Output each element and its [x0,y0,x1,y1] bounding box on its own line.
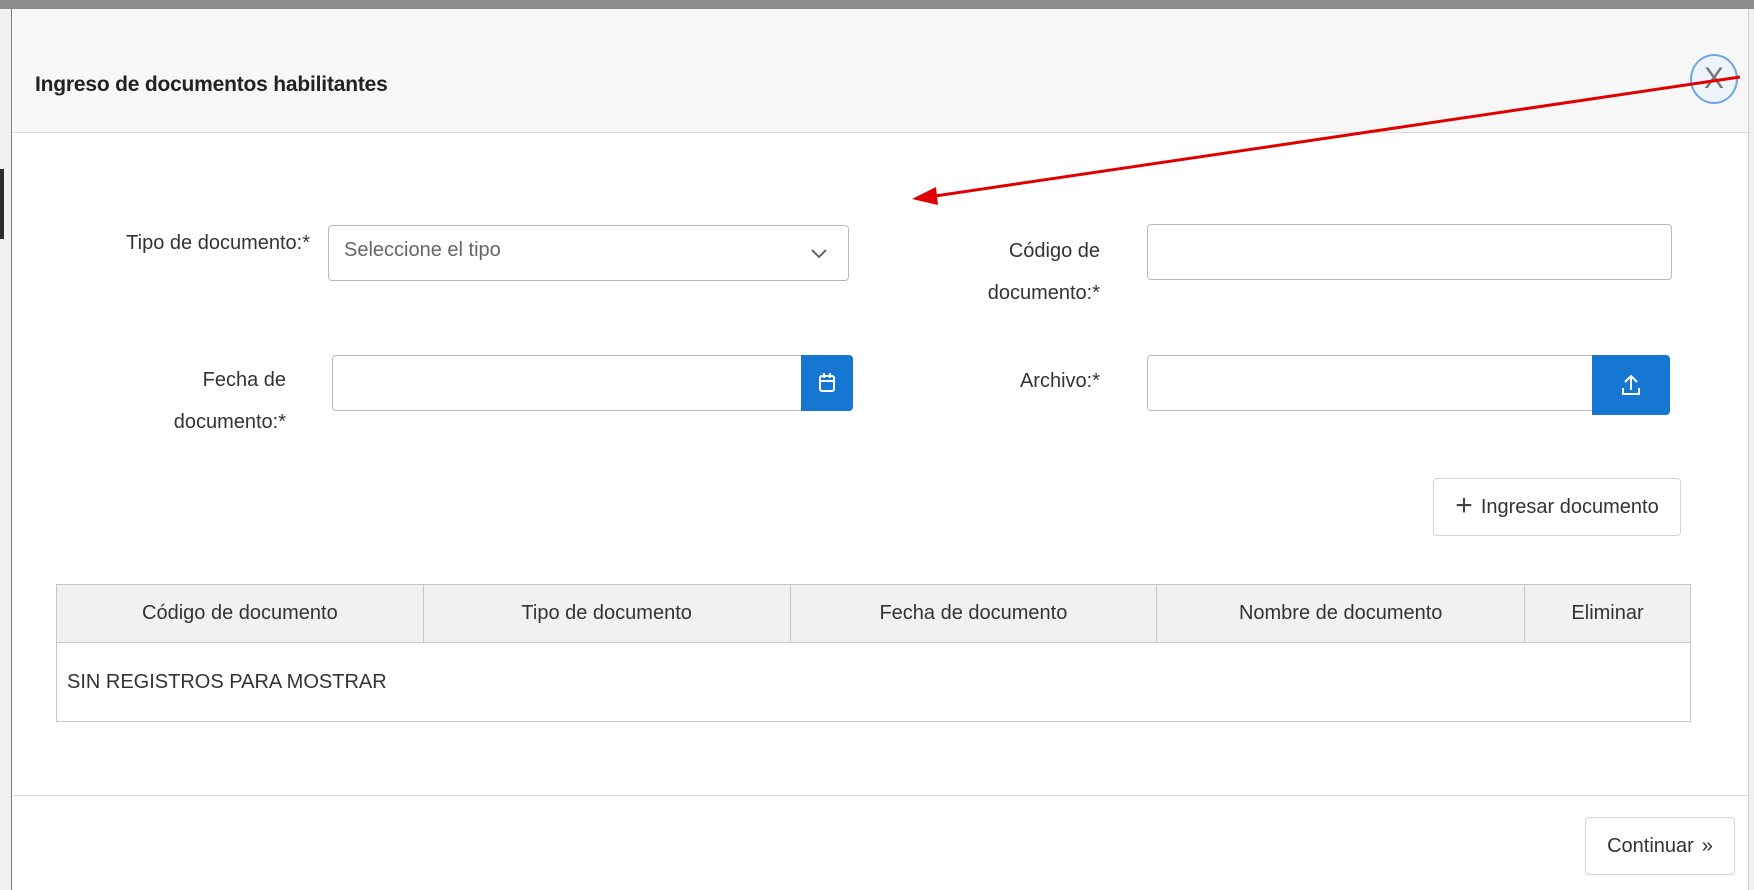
plus-icon: + [1455,488,1473,522]
tipo-documento-placeholder: Seleccione el tipo [344,239,501,261]
fecha-documento-label-line2: documento:* [173,411,286,433]
tipo-documento-select[interactable]: Seleccione el tipo [328,225,849,281]
calendar-icon [819,373,835,392]
scrollbar-track[interactable] [1748,9,1754,890]
column-header-nombre[interactable]: Nombre de documento [1156,584,1526,643]
tipo-documento-label: Tipo de documento:* [126,232,310,254]
table-row: SIN REGISTROS PARA MOSTRAR [56,642,1691,722]
codigo-documento-label-line1: Código de [1008,240,1100,262]
documentos-table: Código de documento Tipo de documento Fe… [56,584,1691,722]
upload-icon [1622,374,1640,395]
double-chevron-right-icon: » [1701,834,1713,857]
fecha-documento-label-line1: Fecha de [202,369,286,391]
upload-button[interactable] [1592,355,1670,415]
column-header-codigo[interactable]: Código de documento [56,584,424,643]
chevron-down-icon [811,249,827,259]
column-header-tipo[interactable]: Tipo de documento [422,584,791,643]
column-header-eliminar[interactable]: Eliminar [1524,584,1691,643]
empty-table-message: SIN REGISTROS PARA MOSTRAR [56,642,1691,722]
annotation-arrow [912,75,1741,205]
codigo-documento-input[interactable] [1147,224,1672,280]
footer-divider [13,795,1748,796]
archivo-input[interactable] [1147,355,1593,411]
ingresar-documento-label: Ingresar documento [1480,495,1659,518]
codigo-documento-label-line2: documento:* [987,282,1100,304]
top-bar [0,0,1754,9]
archivo-label: Archivo:* [1019,370,1100,392]
continuar-button[interactable]: Continuar » [1585,817,1735,875]
close-button[interactable]: X [1690,54,1738,104]
column-header-fecha[interactable]: Fecha de documento [789,584,1158,643]
continuar-label: Continuar [1607,834,1694,857]
modal-header: Ingreso de documentos habilitantes X [13,9,1748,133]
background-page-edge [0,9,12,890]
calendar-button[interactable] [801,355,853,411]
modal-title: Ingreso de documentos habilitantes [35,73,388,96]
background-edge-mark [0,169,4,239]
fecha-documento-input[interactable] [332,355,802,411]
ingresar-documento-button[interactable]: + Ingresar documento [1433,478,1681,536]
